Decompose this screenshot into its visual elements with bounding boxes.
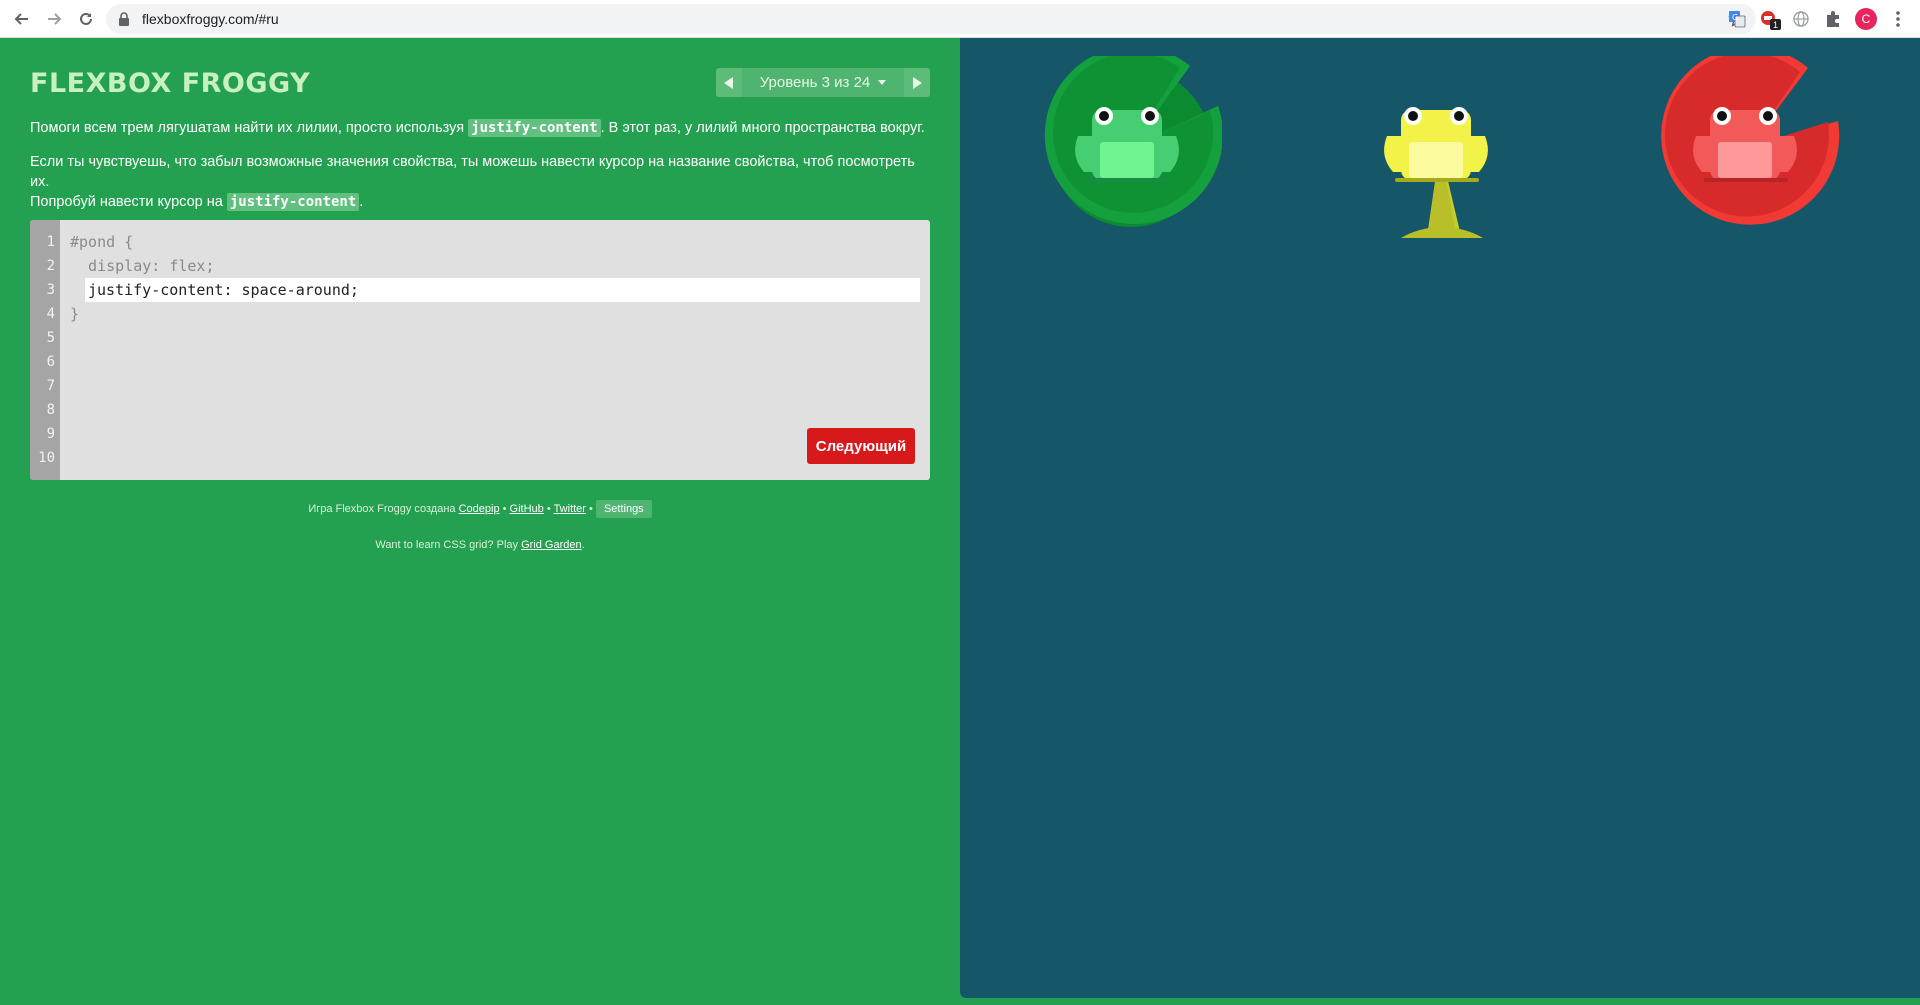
line-number: 7 xyxy=(46,378,55,394)
previous-level-button[interactable] xyxy=(716,68,742,97)
app-logo: FLEXBOX FROGGY xyxy=(30,68,311,99)
level-label: Уровень 3 из 24 xyxy=(759,74,871,91)
property-hint-code[interactable]: justify-content xyxy=(468,119,601,137)
line-number: 9 xyxy=(46,426,55,442)
code-line-selector: #pond { xyxy=(70,233,134,251)
translate-icon[interactable]: G xyxy=(1725,7,1749,31)
line-number: 5 xyxy=(46,330,55,346)
forward-arrow-icon[interactable] xyxy=(40,5,68,33)
extension-badge: 1 xyxy=(1770,19,1781,30)
footer-grid-garden: Want to learn CSS grid? Play Grid Garden… xyxy=(375,539,585,551)
codepip-link[interactable]: Codepip xyxy=(459,503,500,515)
line-number: 10 xyxy=(38,450,55,466)
level-select[interactable]: Уровень 3 из 24 xyxy=(742,68,904,97)
grid-garden-link[interactable]: Grid Garden xyxy=(521,539,582,551)
frog-yellow xyxy=(1384,107,1488,182)
menu-dots-icon[interactable] xyxy=(1886,7,1910,31)
property-hint-code[interactable]: justify-content xyxy=(226,193,360,211)
lilypad-yellow xyxy=(1384,107,1488,238)
caret-down-icon xyxy=(878,79,887,85)
triangle-right-icon xyxy=(913,76,922,89)
line-number: 1 xyxy=(46,234,55,250)
puzzle-icon[interactable] xyxy=(1821,7,1845,31)
address-bar[interactable]: flexboxfroggy.com/#ru xyxy=(106,4,1756,34)
lilypad-red xyxy=(1661,56,1840,225)
lilypad-green xyxy=(1044,56,1222,238)
next-level-button[interactable] xyxy=(904,68,930,97)
pond xyxy=(960,38,1920,998)
globe-icon[interactable] xyxy=(1789,7,1813,31)
line-number: 4 xyxy=(46,306,55,322)
next-button[interactable]: Следующий xyxy=(807,428,915,464)
twitter-link[interactable]: Twitter xyxy=(554,503,586,515)
level-navigator: Уровень 3 из 24 xyxy=(716,68,930,97)
reload-icon[interactable] xyxy=(72,5,100,33)
github-link[interactable]: GitHub xyxy=(510,503,544,515)
line-number-gutter: 1 2 3 4 5 6 7 8 9 10 xyxy=(30,220,60,480)
footer-credits: Игра Flexbox Froggy создана Codepip • Gi… xyxy=(30,500,930,518)
css-code-input[interactable] xyxy=(85,278,920,302)
code-line-close-brace: } xyxy=(70,305,80,323)
triangle-left-icon xyxy=(724,76,733,89)
line-number: 3 xyxy=(46,282,55,298)
svg-text:G: G xyxy=(1732,13,1738,22)
lock-icon xyxy=(118,12,130,31)
instructions-paragraph-1: Помоги всем трем лягушатам найти их лили… xyxy=(30,119,925,137)
profile-avatar[interactable]: C xyxy=(1855,8,1877,30)
line-number: 8 xyxy=(46,402,55,418)
back-arrow-icon[interactable] xyxy=(8,5,36,33)
browser-toolbar: flexboxfroggy.com/#ru G 1 C xyxy=(0,0,1920,38)
line-number: 6 xyxy=(46,354,55,370)
code-editor: 1 2 3 4 5 6 7 8 9 10 #pond { display: fl… xyxy=(30,220,930,480)
settings-button[interactable]: Settings xyxy=(595,500,652,518)
url-text: flexboxfroggy.com/#ru xyxy=(142,11,279,27)
adblock-icon[interactable]: 1 xyxy=(1757,7,1781,31)
code-line-display: display: flex; xyxy=(70,257,215,275)
instructions-paragraph-2: Если ты чувствуешь, что забыл возможные … xyxy=(30,154,915,211)
line-number: 2 xyxy=(46,258,55,274)
